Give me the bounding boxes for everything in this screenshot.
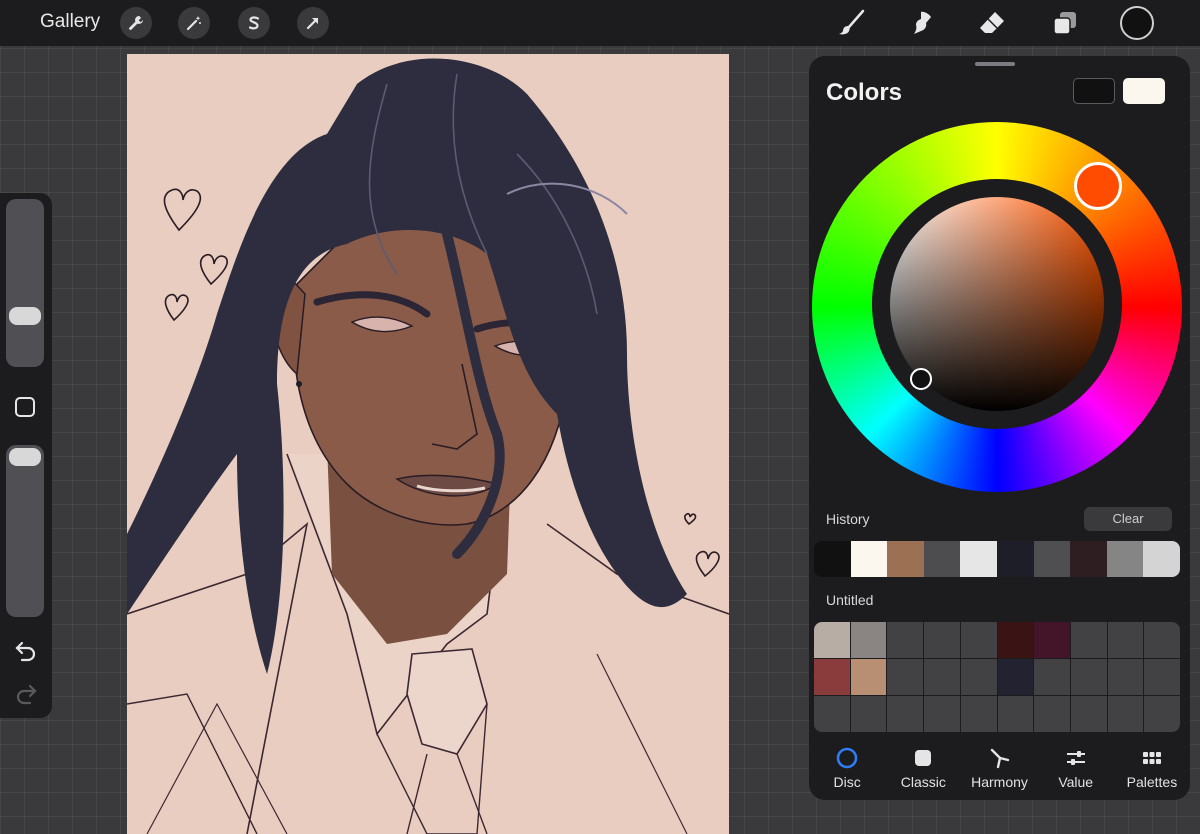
history-swatch[interactable] bbox=[996, 541, 1034, 577]
opacity-thumb[interactable] bbox=[9, 448, 41, 466]
palette-swatch[interactable] bbox=[1144, 659, 1180, 695]
palette-swatch[interactable] bbox=[1070, 696, 1107, 732]
palette-swatch[interactable] bbox=[1107, 622, 1144, 658]
eraser-icon[interactable] bbox=[975, 6, 1009, 40]
palette-swatch[interactable] bbox=[850, 622, 887, 658]
palette-swatch[interactable] bbox=[850, 696, 887, 732]
palette-swatch[interactable] bbox=[997, 659, 1034, 695]
palette-swatch[interactable] bbox=[960, 622, 997, 658]
tab-palettes-label: Palettes bbox=[1126, 774, 1178, 790]
classic-square-icon bbox=[915, 750, 932, 766]
tab-harmony-label: Harmony bbox=[971, 774, 1028, 790]
history-swatch[interactable] bbox=[923, 541, 961, 577]
clear-history-button[interactable]: Clear bbox=[1084, 507, 1172, 531]
tab-disc-label: Disc bbox=[833, 774, 861, 790]
palette-swatch[interactable] bbox=[1070, 622, 1107, 658]
magic-wand-icon[interactable] bbox=[178, 7, 210, 39]
palette-label: Untitled bbox=[826, 592, 874, 608]
palette-swatch[interactable] bbox=[997, 622, 1034, 658]
drawing-canvas[interactable] bbox=[127, 54, 729, 834]
palette-swatch[interactable] bbox=[1034, 659, 1070, 695]
history-swatch[interactable] bbox=[887, 541, 924, 577]
secondary-color-swatch[interactable] bbox=[1123, 78, 1165, 104]
tab-palettes[interactable]: Palettes bbox=[1114, 746, 1190, 796]
palette-swatch[interactable] bbox=[1144, 622, 1180, 658]
color-picker-knob[interactable] bbox=[910, 368, 932, 390]
history-swatch[interactable] bbox=[814, 541, 851, 577]
history-swatch[interactable] bbox=[1070, 541, 1107, 577]
brush-size-thumb[interactable] bbox=[9, 307, 41, 326]
palette-swatch[interactable] bbox=[814, 659, 850, 695]
tab-classic-label: Classic bbox=[900, 774, 946, 790]
artwork-illustration bbox=[127, 58, 729, 834]
tab-harmony[interactable]: Harmony bbox=[961, 746, 1037, 796]
hue-knob[interactable] bbox=[1074, 162, 1122, 210]
sliders-icon bbox=[1066, 751, 1085, 765]
palette-swatch[interactable] bbox=[1144, 696, 1180, 732]
history-swatch[interactable] bbox=[1143, 541, 1180, 577]
palette-swatch[interactable] bbox=[887, 659, 924, 695]
palette-swatch[interactable] bbox=[814, 696, 850, 732]
panel-title: Colors bbox=[826, 79, 903, 106]
palette-swatch[interactable] bbox=[1107, 659, 1144, 695]
palette-swatch[interactable] bbox=[814, 622, 850, 658]
palette-swatch[interactable] bbox=[850, 659, 887, 695]
opacity-slider[interactable] bbox=[6, 445, 44, 617]
tab-value-label: Value bbox=[1058, 774, 1094, 790]
wrench-icon[interactable] bbox=[120, 7, 152, 39]
tab-disc[interactable]: Disc bbox=[809, 746, 885, 796]
history-swatches bbox=[814, 541, 1180, 577]
top-toolbar: Gallery bbox=[0, 0, 1200, 46]
palette-swatch[interactable] bbox=[960, 696, 997, 732]
palette-grid bbox=[814, 622, 1180, 732]
layers-icon[interactable] bbox=[1048, 6, 1082, 40]
colors-panel: Colors History Clear Untitled Disc Class… bbox=[809, 56, 1190, 800]
history-swatch[interactable] bbox=[850, 541, 888, 577]
redo-icon[interactable] bbox=[14, 682, 38, 706]
primary-color-swatch[interactable] bbox=[1073, 78, 1115, 104]
palette-swatch[interactable] bbox=[997, 696, 1034, 732]
selection-s-icon[interactable] bbox=[238, 7, 270, 39]
tab-value[interactable]: Value bbox=[1038, 746, 1114, 796]
palette-swatch[interactable] bbox=[1034, 696, 1070, 732]
undo-icon[interactable] bbox=[14, 639, 38, 663]
color-mode-tabs: Disc Classic Harmony Value Palettes bbox=[809, 746, 1190, 796]
palette-swatch[interactable] bbox=[924, 659, 960, 695]
brush-size-slider[interactable] bbox=[6, 199, 44, 367]
smudge-icon[interactable] bbox=[905, 6, 939, 40]
palette-swatch[interactable] bbox=[924, 622, 960, 658]
tab-classic[interactable]: Classic bbox=[885, 746, 961, 796]
modify-button[interactable] bbox=[15, 397, 35, 417]
palette-swatch[interactable] bbox=[1034, 622, 1070, 658]
current-color-button[interactable] bbox=[1120, 6, 1154, 40]
history-swatch[interactable] bbox=[1033, 541, 1071, 577]
palette-swatch[interactable] bbox=[887, 696, 924, 732]
grid-icon bbox=[1142, 752, 1161, 764]
left-sidebar bbox=[0, 193, 52, 718]
harmony-icon bbox=[990, 748, 1009, 769]
palette-swatch[interactable] bbox=[924, 696, 960, 732]
history-swatch[interactable] bbox=[960, 541, 997, 577]
arrow-transform-icon[interactable] bbox=[297, 7, 329, 39]
disc-icon bbox=[836, 747, 858, 769]
panel-grabber[interactable] bbox=[975, 62, 1015, 66]
palette-swatch[interactable] bbox=[1070, 659, 1107, 695]
history-label: History bbox=[826, 511, 870, 527]
palette-swatch[interactable] bbox=[960, 659, 997, 695]
palette-swatch[interactable] bbox=[1107, 696, 1144, 732]
history-swatch[interactable] bbox=[1106, 541, 1144, 577]
palette-swatch[interactable] bbox=[887, 622, 924, 658]
brush-icon[interactable] bbox=[835, 6, 869, 40]
gallery-button[interactable]: Gallery bbox=[40, 11, 100, 33]
